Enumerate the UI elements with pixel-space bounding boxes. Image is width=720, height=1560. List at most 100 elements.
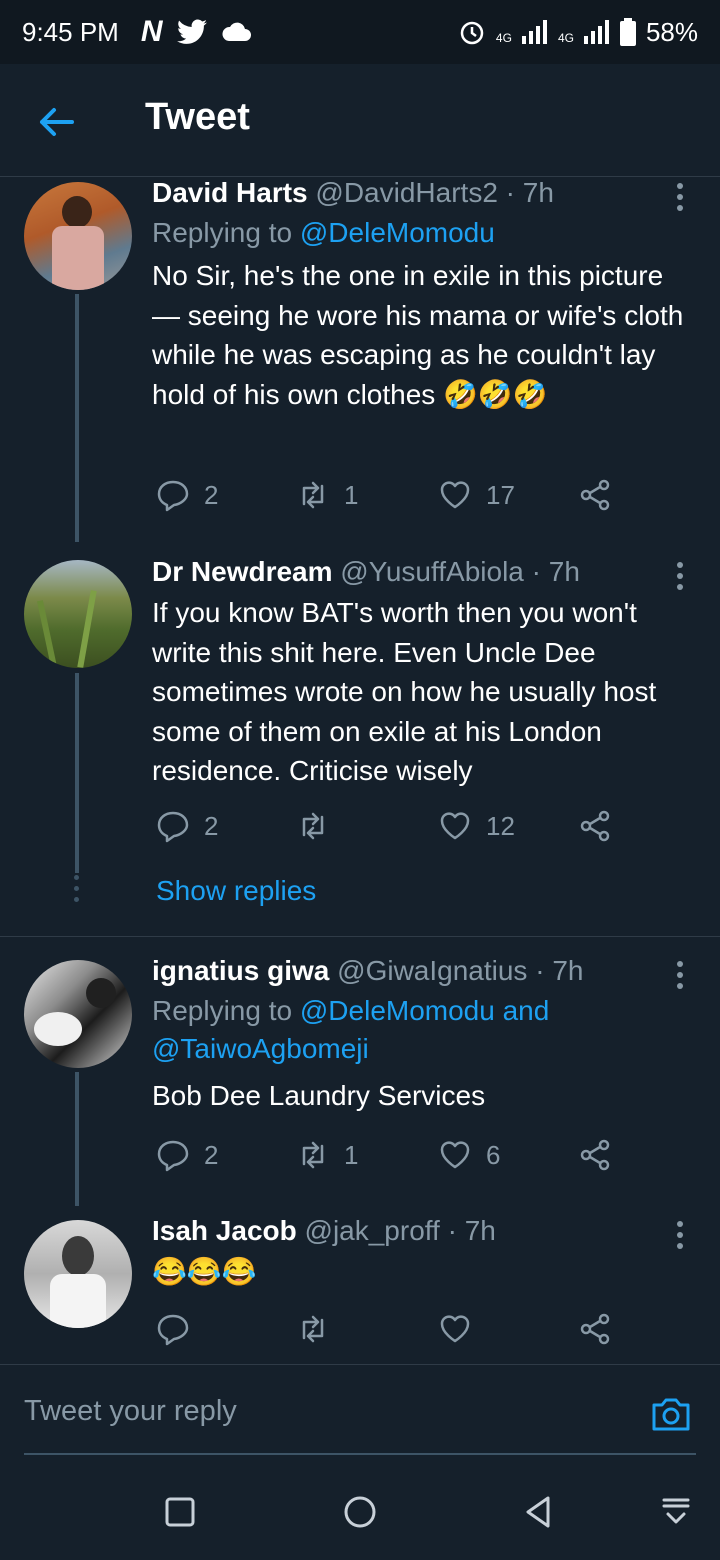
replying-prefix: Replying to: [152, 995, 293, 1026]
author-name[interactable]: David Harts: [152, 177, 308, 208]
like-button[interactable]: [438, 1312, 472, 1346]
reply-input-underline: [24, 1453, 696, 1455]
replying-prefix: Replying to: [152, 217, 293, 248]
camera-icon[interactable]: [650, 1393, 692, 1435]
cloud-icon: [221, 22, 251, 41]
more-options-icon[interactable]: [674, 1220, 686, 1250]
tweet-text: 😂😂😂: [152, 1256, 257, 1287]
like-button[interactable]: 6: [438, 1138, 500, 1172]
top-bar: Tweet: [0, 64, 720, 177]
reply-count: 2: [204, 1139, 219, 1170]
show-replies-link[interactable]: Show replies: [156, 875, 316, 907]
author-name[interactable]: ignatius giwa: [152, 955, 329, 986]
replying-to: Replying to @DeleMomodu and @TaiwoAgbome…: [152, 992, 692, 1068]
separator-dot: ·: [447, 1215, 457, 1246]
reply-composer: Tweet your reply: [0, 1364, 720, 1465]
reply-icon: [157, 811, 189, 843]
tweet-time: 7h: [552, 955, 584, 986]
author-handle: @DavidHarts2: [315, 177, 498, 208]
tweet-time: 7h: [548, 556, 580, 587]
replying-to: Replying to @DeleMomodu: [152, 214, 692, 252]
like-count: 6: [486, 1139, 501, 1170]
retweet-button[interactable]: [296, 809, 344, 843]
author-handle: @YusuffAbiola: [340, 556, 524, 587]
reply-input[interactable]: Tweet your reply: [24, 1395, 237, 1428]
replying-to-link[interactable]: @DeleMomodu: [300, 217, 495, 248]
back-arrow-icon[interactable]: [36, 102, 76, 142]
netflix-n-icon: N: [140, 15, 163, 48]
battery-percent: 58%: [645, 16, 698, 47]
thread-line: [75, 1072, 79, 1206]
retweet-button[interactable]: 1: [296, 1138, 358, 1172]
separator-dot: ·: [505, 177, 515, 208]
status-bar: 9:45 PM N 4G 4G 58%: [0, 0, 720, 64]
tweet-reply[interactable]: David Harts @DavidHarts2 · 7h Replying t…: [0, 176, 720, 542]
retweet-icon: [302, 481, 324, 509]
retweet-icon: [302, 812, 324, 840]
like-count: 12: [486, 810, 515, 841]
retweet-button[interactable]: [296, 1312, 330, 1346]
retweet-button[interactable]: 1: [296, 478, 358, 512]
tweet-actions: 2 1 17: [156, 478, 626, 518]
reply-button[interactable]: 2: [156, 809, 218, 843]
reply-button[interactable]: 2: [156, 1138, 218, 1172]
share-icon: [580, 1313, 610, 1345]
signal-icon: [521, 20, 547, 44]
recent-apps-icon[interactable]: [162, 1494, 198, 1530]
reply-button[interactable]: [156, 1312, 190, 1346]
avatar[interactable]: [24, 960, 132, 1068]
back-nav-icon[interactable]: [520, 1494, 556, 1530]
notification-pulldown-icon[interactable]: [658, 1494, 694, 1530]
tweet-reply[interactable]: Dr Newdream @YusuffAbiola · 7h If you kn…: [0, 555, 720, 935]
share-button[interactable]: [578, 1312, 612, 1346]
tweet-header: Dr Newdream @YusuffAbiola · 7h: [152, 555, 692, 589]
like-button[interactable]: 12: [438, 809, 515, 843]
alarm-icon: [460, 21, 484, 45]
reply-icon: [157, 480, 189, 512]
separator-dot: ·: [531, 556, 541, 587]
thread-line: [75, 294, 79, 542]
retweet-icon: [302, 1315, 324, 1343]
more-options-icon[interactable]: [674, 561, 686, 591]
more-options-icon[interactable]: [674, 182, 686, 212]
author-name[interactable]: Isah Jacob: [152, 1215, 297, 1246]
tweet-actions: 2 12: [156, 809, 626, 849]
avatar[interactable]: [24, 182, 132, 290]
reply-button[interactable]: 2: [156, 478, 218, 512]
system-nav-bar: [0, 1464, 720, 1560]
network-4g-label: 4G: [495, 30, 512, 45]
avatar[interactable]: [24, 1220, 132, 1328]
author-handle: @GiwaIgnatius: [337, 955, 528, 986]
share-button[interactable]: [578, 1138, 612, 1172]
network-4g-label-2: 4G: [557, 30, 574, 45]
avatar[interactable]: [24, 560, 132, 668]
reply-icon: [157, 1140, 189, 1172]
reply-icon: [157, 1314, 189, 1346]
tweet-header: ignatius giwa @GiwaIgnatius · 7h: [152, 954, 692, 988]
reply-count: 2: [204, 810, 219, 841]
tweet-time: 7h: [464, 1215, 496, 1246]
share-button[interactable]: [578, 478, 612, 512]
heart-icon: [440, 812, 470, 840]
heart-icon: [440, 1315, 470, 1343]
reply-count: 2: [204, 479, 219, 510]
thread-line: [75, 673, 79, 873]
retweet-icon: [302, 1141, 324, 1169]
tweet-reply[interactable]: ignatius giwa @GiwaIgnatius · 7h Replyin…: [0, 954, 720, 1206]
tweet-reply[interactable]: Isah Jacob @jak_proff · 7h 😂😂😂: [0, 1214, 720, 1364]
author-name[interactable]: Dr Newdream: [152, 556, 333, 587]
share-button[interactable]: [578, 809, 612, 843]
home-icon[interactable]: [342, 1494, 378, 1530]
tweet-text: If you know BAT's worth then you won't w…: [152, 597, 657, 786]
retweet-count: 1: [344, 1139, 359, 1170]
like-count: 17: [486, 479, 515, 510]
thread-dots: [74, 875, 79, 902]
page-title: Tweet: [145, 96, 250, 138]
status-time: 9:45 PM: [22, 16, 119, 47]
more-options-icon[interactable]: [674, 960, 686, 990]
heart-icon: [440, 481, 470, 509]
tweet-text: No Sir, he's the one in exile in this pi…: [152, 260, 684, 410]
tweet-header: Isah Jacob @jak_proff · 7h: [152, 1214, 692, 1248]
battery-icon: [619, 18, 636, 46]
like-button[interactable]: 17: [438, 478, 515, 512]
